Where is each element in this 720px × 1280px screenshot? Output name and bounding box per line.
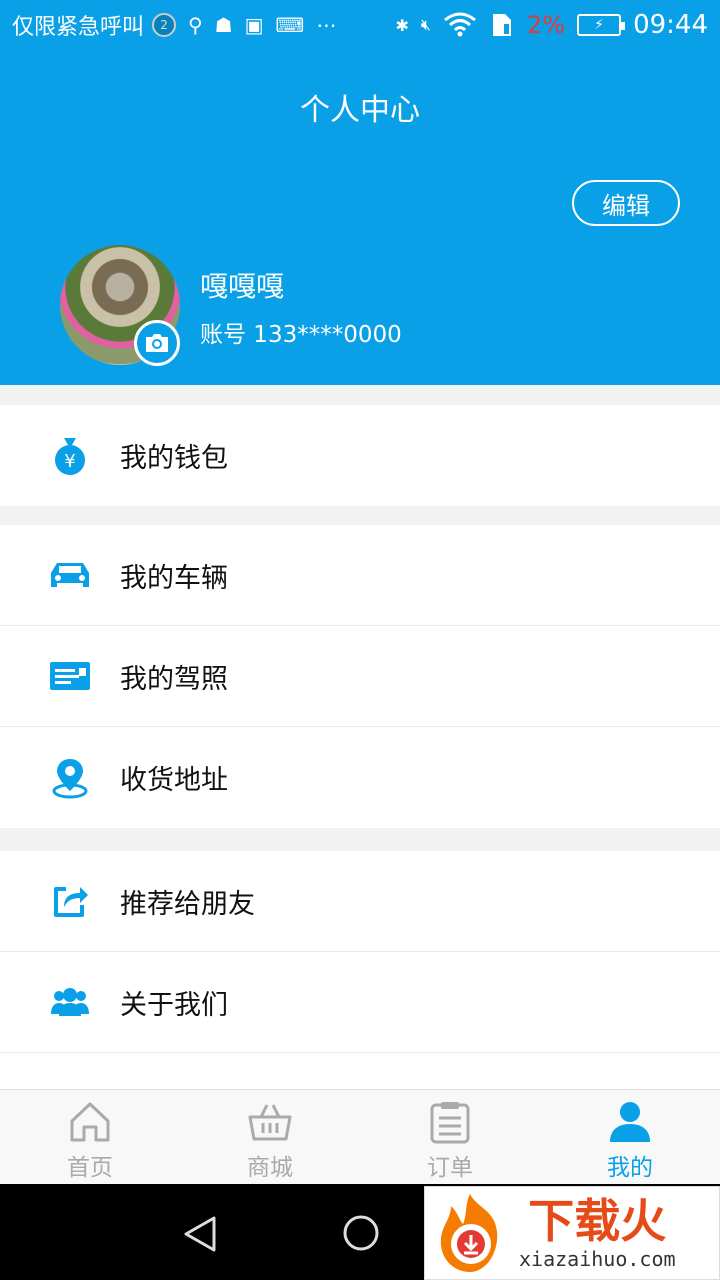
basket-icon [246, 1098, 294, 1146]
wifi-icon [444, 12, 476, 37]
menu-item-label: 收货地址 [120, 765, 228, 796]
menu-item-wallet[interactable]: ¥ 我的钱包 [0, 405, 720, 506]
status-bar: 仅限紧急呼叫 2 ⚲ ☗ ▣ ⌨ ⋯ ✱ 🔇︎ 2% ⚡ 09:44 [0, 0, 720, 50]
battery-icon: ⚡ [577, 14, 626, 36]
flame-logo-icon [425, 1188, 515, 1278]
menu-group-vehicle: 我的车辆 我的驾照 收货地址 [0, 525, 720, 828]
menu-item-license[interactable]: 我的驾照 [0, 626, 720, 727]
android-icon: ☗ [214, 13, 233, 37]
image-icon: ▣ [244, 13, 264, 37]
person-icon [606, 1098, 654, 1146]
tab-mall[interactable]: 商城 [180, 1090, 360, 1184]
menu-group-wallet: ¥ 我的钱包 [0, 405, 720, 506]
wallet-icon: ¥ [48, 434, 92, 478]
bluetooth-icon: ✱ [395, 15, 409, 35]
menu-item-label: 我的驾照 [120, 663, 228, 695]
sim-icon [492, 14, 511, 36]
menu-group-more: 推荐给朋友 关于我们 [0, 851, 720, 1089]
tab-orders[interactable]: 订单 [360, 1090, 540, 1184]
carrier-text: 仅限紧急呼叫 [12, 15, 145, 40]
menu-item-share[interactable]: 推荐给朋友 [0, 851, 720, 952]
clock: 09:44 [633, 10, 708, 40]
svg-text:¥: ¥ [64, 451, 75, 472]
menu-item-vehicle[interactable]: 我的车辆 [0, 525, 720, 626]
menu-item-address[interactable]: 收货地址 [0, 727, 720, 828]
edit-button[interactable]: 编辑 [572, 180, 680, 226]
car-icon [48, 553, 92, 597]
user-name: 嘎嘎嘎 [200, 270, 285, 303]
watermark-title: 下载火 [528, 1194, 667, 1248]
notification-count-badge: 2 [152, 13, 177, 37]
home-icon [66, 1098, 114, 1146]
more-icon: ⋯ [316, 13, 337, 37]
menu-item-label: 推荐给朋友 [120, 888, 255, 920]
usb-icon: ⚲ [188, 13, 203, 37]
home-circle-icon[interactable] [342, 1214, 380, 1256]
camera-icon[interactable] [134, 320, 180, 366]
menu-item-label: 我的钱包 [120, 443, 228, 474]
watermark: 下载火 xiazaihuo.com [424, 1186, 720, 1280]
page-title: 个人中心 [300, 93, 420, 128]
profile-header: 个人中心 编辑 嘎嘎嘎 账号 133****0000 [0, 50, 720, 385]
keyboard-icon: ⌨ [275, 13, 305, 37]
tab-label: 我的 [607, 1155, 653, 1181]
tab-home[interactable]: 首页 [0, 1090, 180, 1184]
status-icons: ⚲ ☗ ▣ ⌨ ⋯ [188, 13, 336, 37]
watermark-subtitle: xiazaihuo.com [519, 1247, 676, 1271]
clipboard-icon [426, 1098, 474, 1146]
license-icon [48, 654, 92, 698]
bottom-tab-bar: 首页 商城 订单 我的 [0, 1089, 720, 1184]
menu-item-partial[interactable] [0, 1053, 720, 1089]
group-icon [48, 980, 92, 1024]
menu-item-label: 我的车辆 [120, 562, 228, 594]
menu-item-label: 关于我们 [120, 989, 228, 1021]
tab-label: 首页 [67, 1155, 113, 1181]
back-icon[interactable] [180, 1214, 220, 1258]
user-account: 账号 133****0000 [200, 322, 402, 348]
tab-label: 商城 [247, 1155, 293, 1181]
tab-label: 订单 [427, 1155, 473, 1181]
share-icon [48, 879, 92, 923]
tab-mine[interactable]: 我的 [540, 1090, 720, 1184]
battery-percent: 2% [526, 11, 566, 39]
mute-icon: 🔇︎ [420, 15, 431, 34]
location-icon [48, 756, 92, 800]
menu-item-about[interactable]: 关于我们 [0, 952, 720, 1053]
